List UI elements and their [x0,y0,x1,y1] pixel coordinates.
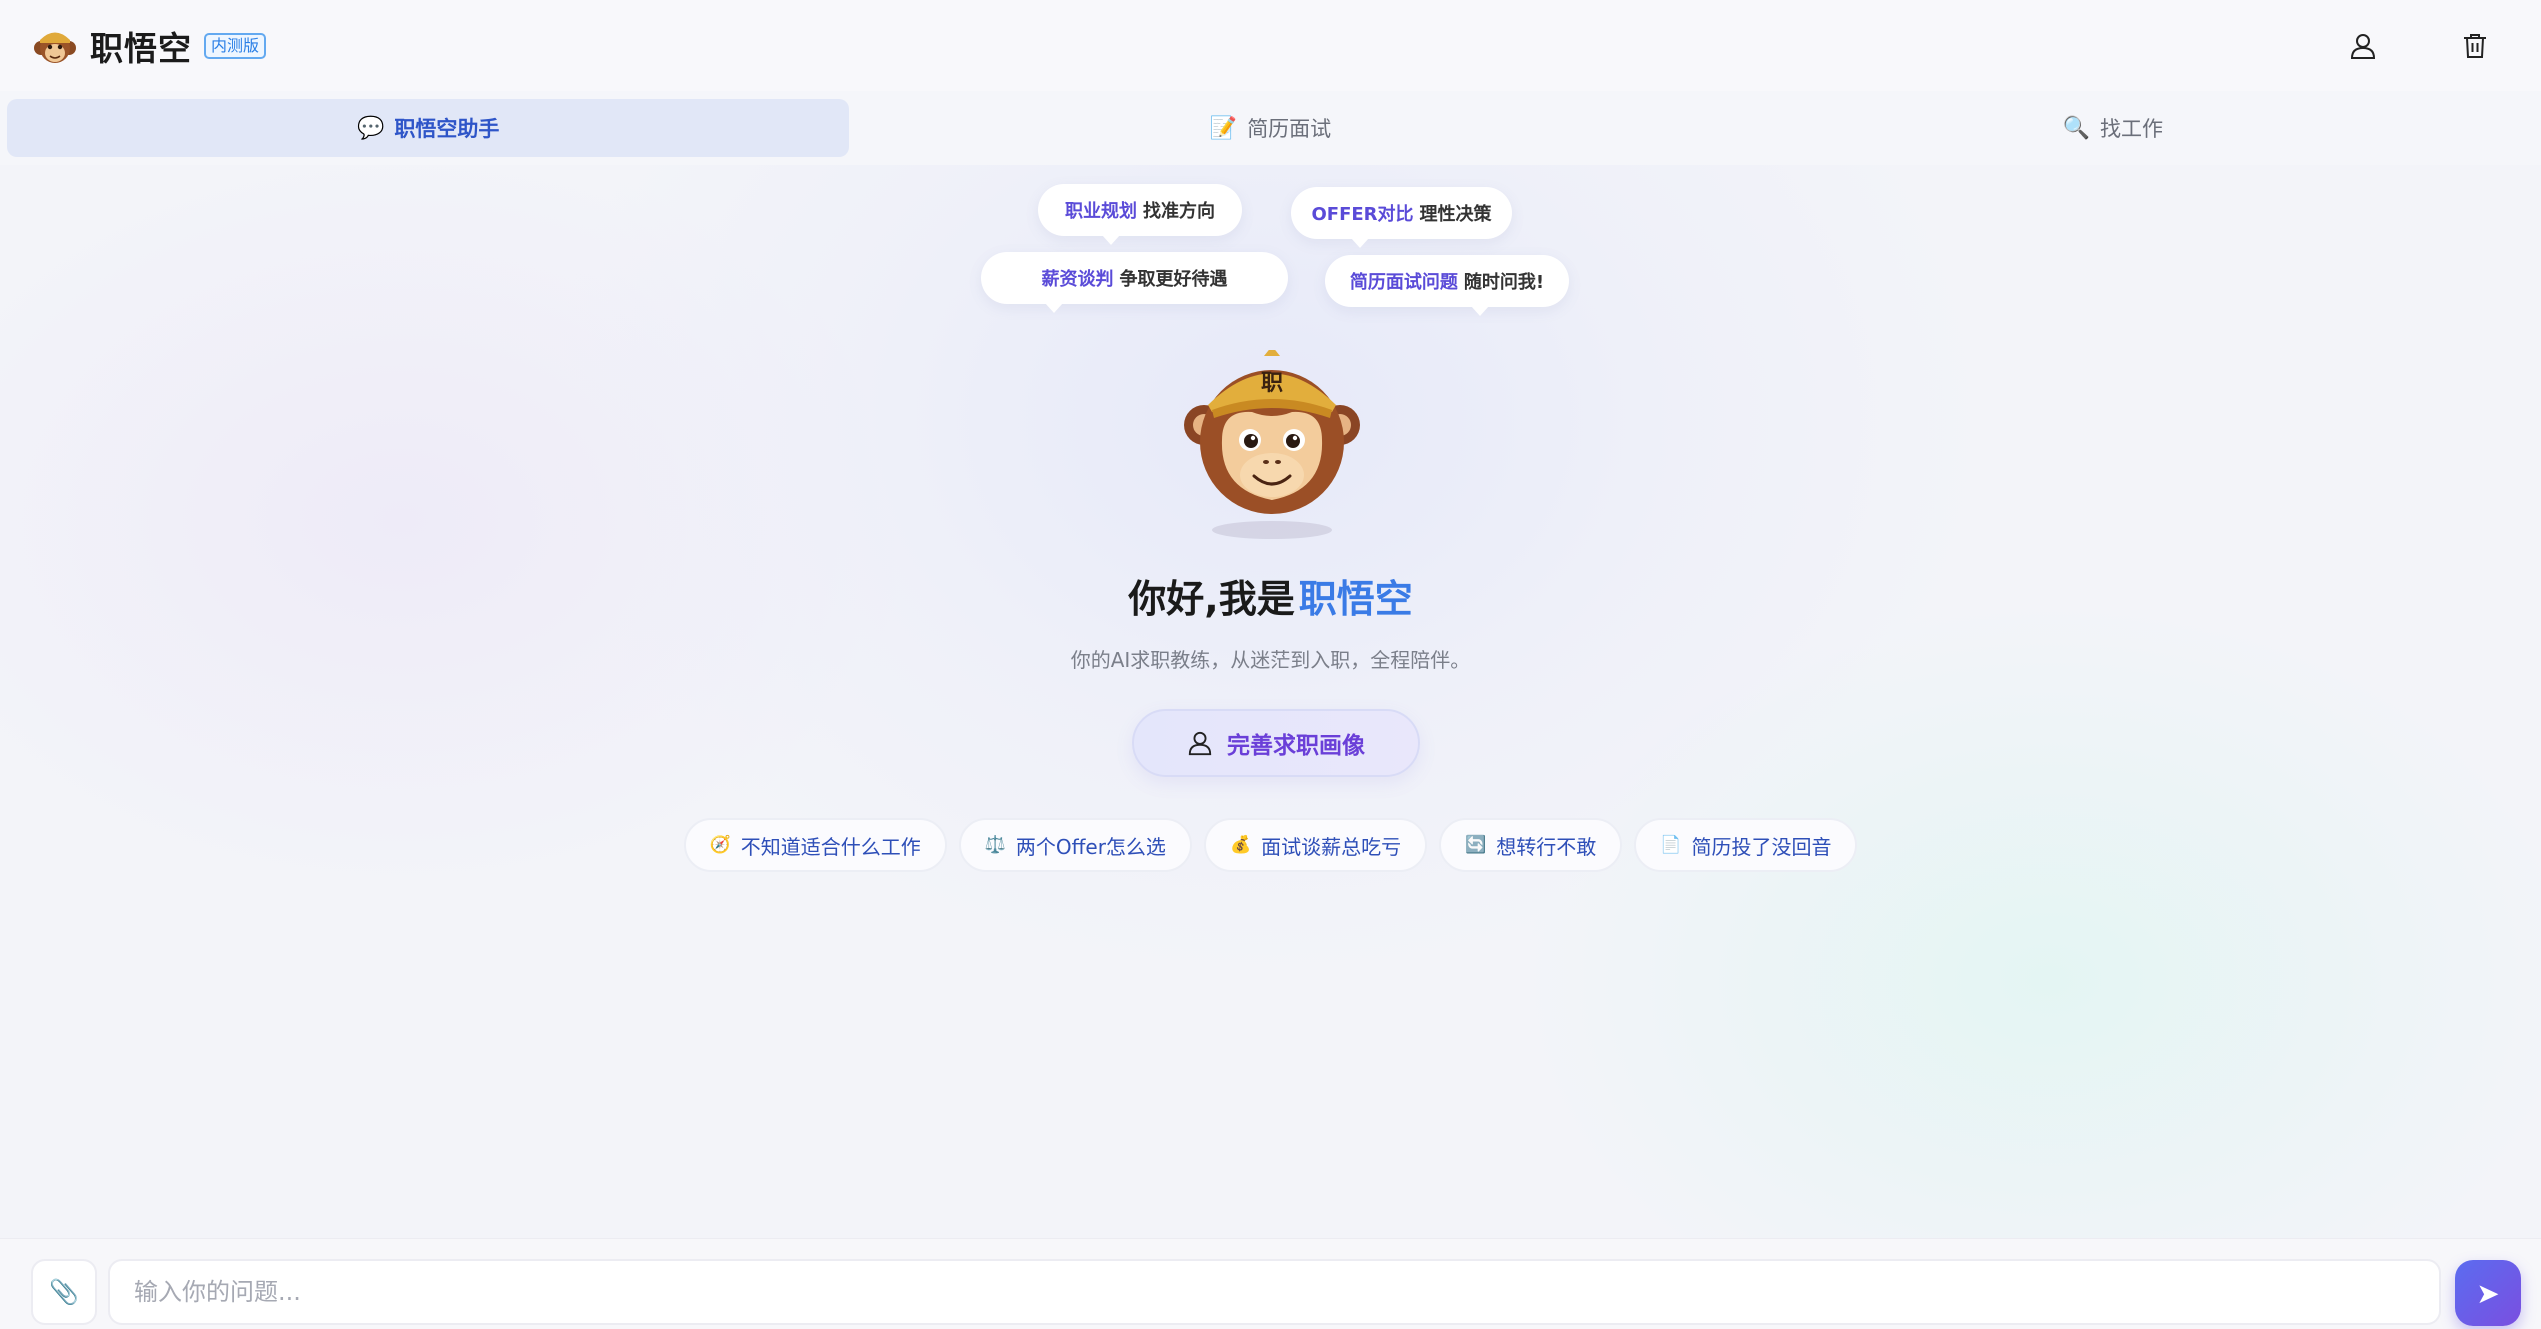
user-icon [2350,34,2376,59]
beta-badge: 内测版 [204,32,267,59]
bubble-highlight: 薪资谈判 [1041,269,1114,290]
document-icon: 📄 [1660,835,1682,855]
suggestion-label: 简历投了没回音 [1691,834,1832,859]
main-tabs: 💬 职悟空助手 📝 简历面试 🔍 找工作 [0,91,2541,165]
monkey-mascot-icon: 职 [1184,350,1360,539]
monkey-logo-icon [34,32,76,63]
suggestion-chips: 🧭 不知道适合什么工作 ⚖️ 两个Offer怎么选 💰 面试谈薪总吃亏 🔄 想转… [0,818,2541,872]
bubble-text: 随时问我! [1463,272,1545,293]
suggestion-label: 不知道适合什么工作 [740,834,921,859]
suggestion-chip[interactable]: 🧭 不知道适合什么工作 [683,818,947,872]
chat-input-bar: 📎 ➤ [0,1238,2541,1329]
bubble-highlight: 简历面试问题 [1349,272,1458,293]
send-button[interactable]: ➤ [2455,1260,2521,1326]
header-actions [2341,24,2497,68]
memo-icon: 📝 [1209,115,1238,141]
suggestion-label: 面试谈薪总吃亏 [1261,834,1402,859]
greeting-prefix: 你好,我是 [1128,577,1295,621]
paperclip-icon: 📎 [49,1278,79,1306]
magnifier-icon: 🔍 [2062,115,2091,141]
bubble-text: 争取更好待遇 [1119,269,1228,290]
greeting-heading: 你好,我是 职悟空 [0,568,2541,623]
bubble-salary-negotiation[interactable]: 薪资谈判 争取更好待遇 [981,252,1288,313]
profile-button[interactable] [2341,24,2385,68]
tab-label: 简历面试 [1247,117,1332,141]
suggestion-chip[interactable]: 💰 面试谈薪总吃亏 [1203,818,1428,872]
app-title: 职悟空 [90,28,192,68]
bubble-resume-questions[interactable]: 简历面试问题 随时问我! [1325,255,1569,316]
chat-message-input[interactable] [108,1259,2441,1325]
tab-assistant[interactable]: 💬 职悟空助手 [7,99,850,157]
tab-label: 职悟空助手 [394,117,500,141]
tab-find-job[interactable]: 🔍 找工作 [1692,99,2534,157]
bubble-offer-compare[interactable]: OFFER对比 理性决策 [1291,187,1512,248]
bubble-career-planning[interactable]: 职业规划 找准方向 [1038,184,1242,245]
compass-icon: 🧭 [709,835,731,855]
user-icon [1188,731,1212,756]
suggestion-chip[interactable]: 🔄 想转行不敢 [1439,818,1623,872]
complete-profile-label: 完善求职画像 [1227,733,1365,759]
bubble-text: 找准方向 [1143,201,1215,222]
complete-profile-button[interactable]: 完善求职画像 [1132,709,1420,777]
suggestion-label: 两个Offer怎么选 [1015,834,1166,859]
send-arrow-icon: ➤ [2476,1276,2500,1310]
app-header: 职悟空 内测版 [0,0,2541,91]
tab-resume-interview[interactable]: 📝 简历面试 [849,99,1691,157]
bubble-highlight: 职业规划 [1065,201,1137,222]
scales-icon: ⚖️ [984,835,1006,855]
suggestion-label: 想转行不敢 [1496,834,1597,859]
tab-label: 找工作 [2100,117,2164,141]
suggestion-chip[interactable]: ⚖️ 两个Offer怎么选 [958,818,1192,872]
trash-icon [2464,34,2486,58]
mascot-hat-label: 职 [1261,371,1283,396]
suggestion-chip[interactable]: 📄 简历投了没回音 [1634,818,1858,872]
clear-chat-button[interactable] [2453,24,2497,68]
bubble-text: 理性决策 [1419,204,1492,225]
greeting-brand: 职悟空 [1298,577,1413,621]
money-bag-icon: 💰 [1229,835,1252,855]
refresh-icon: 🔄 [1465,835,1487,855]
speech-bubble-icon: 💬 [356,115,385,141]
bubble-highlight: OFFER对比 [1311,204,1414,225]
greeting-subtitle: 你的AI求职教练，从迷茫到入职，全程陪伴。 [1070,648,1471,672]
attach-button[interactable]: 📎 [31,1259,97,1325]
